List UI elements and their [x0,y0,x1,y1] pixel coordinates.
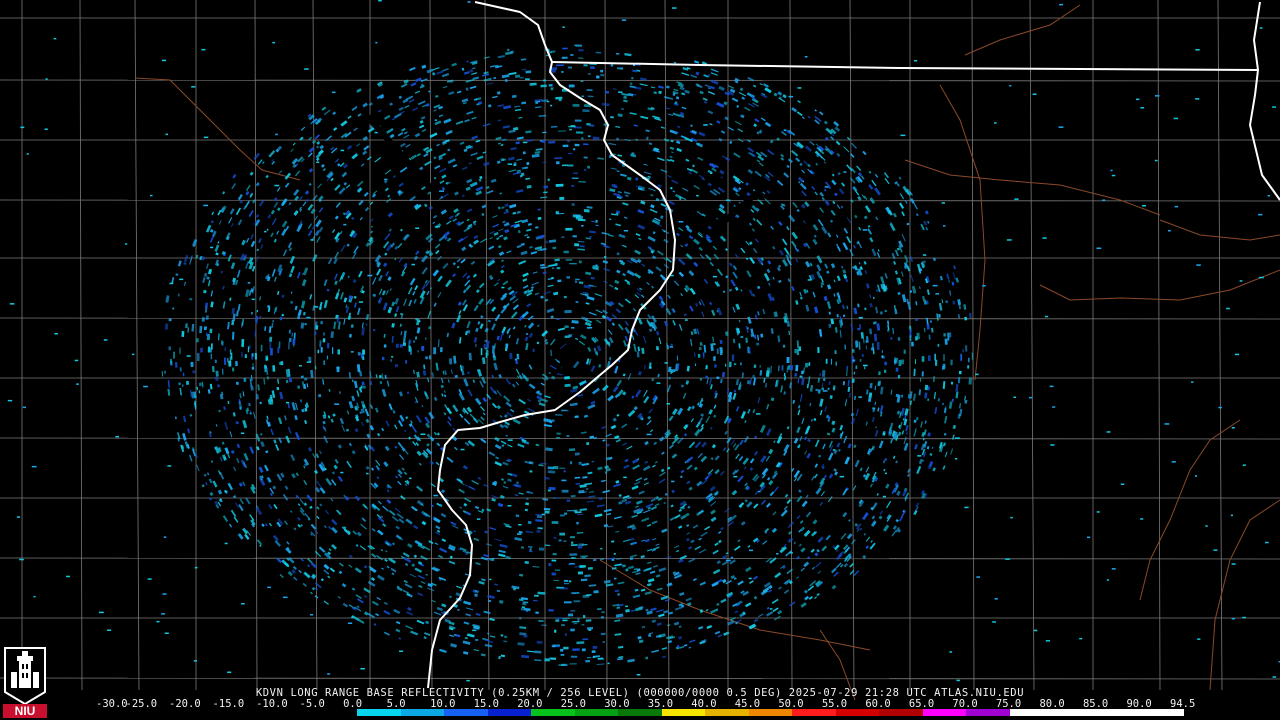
color-scale-ticks: -30.0 -25.0 -20.0 -15.0 -10.0 -5.0 0.0 5.0 10.0 1… [95,698,1195,710]
color-scale-swatch [531,709,575,716]
map-background [0,0,1280,720]
color-scale-swatch [226,709,271,716]
color-scale-swatch [922,709,967,716]
color-scale-swatch [313,709,358,716]
color-scale-swatch [618,709,662,716]
radar-map[interactable] [0,0,1280,720]
color-scale-swatch [357,709,401,716]
color-scale-swatch [444,709,488,716]
reflectivity-color-scale [96,709,1184,716]
color-scale-swatch [1140,709,1184,716]
color-scale-swatch [96,709,140,716]
color-scale-swatch [705,709,749,716]
color-scale-swatch [1009,709,1054,716]
radar-site-marker [561,359,573,371]
niu-logo: NIU [3,647,47,718]
color-scale-swatch [487,709,532,716]
color-scale-swatch [835,709,880,716]
color-scale-swatch [1096,709,1141,716]
color-scale-swatch [966,709,1010,716]
color-scale-swatch [748,709,793,716]
color-scale-swatch [879,709,923,716]
color-scale-swatch [792,709,836,716]
color-scale-swatch [400,709,445,716]
color-scale-swatch [270,709,314,716]
color-scale-swatch [1053,709,1097,716]
color-scale-swatch [183,709,227,716]
color-scale-swatch [661,709,706,716]
niu-logo-text: NIU [15,704,36,718]
color-scale-swatch [139,709,184,716]
color-scale-swatch [574,709,619,716]
